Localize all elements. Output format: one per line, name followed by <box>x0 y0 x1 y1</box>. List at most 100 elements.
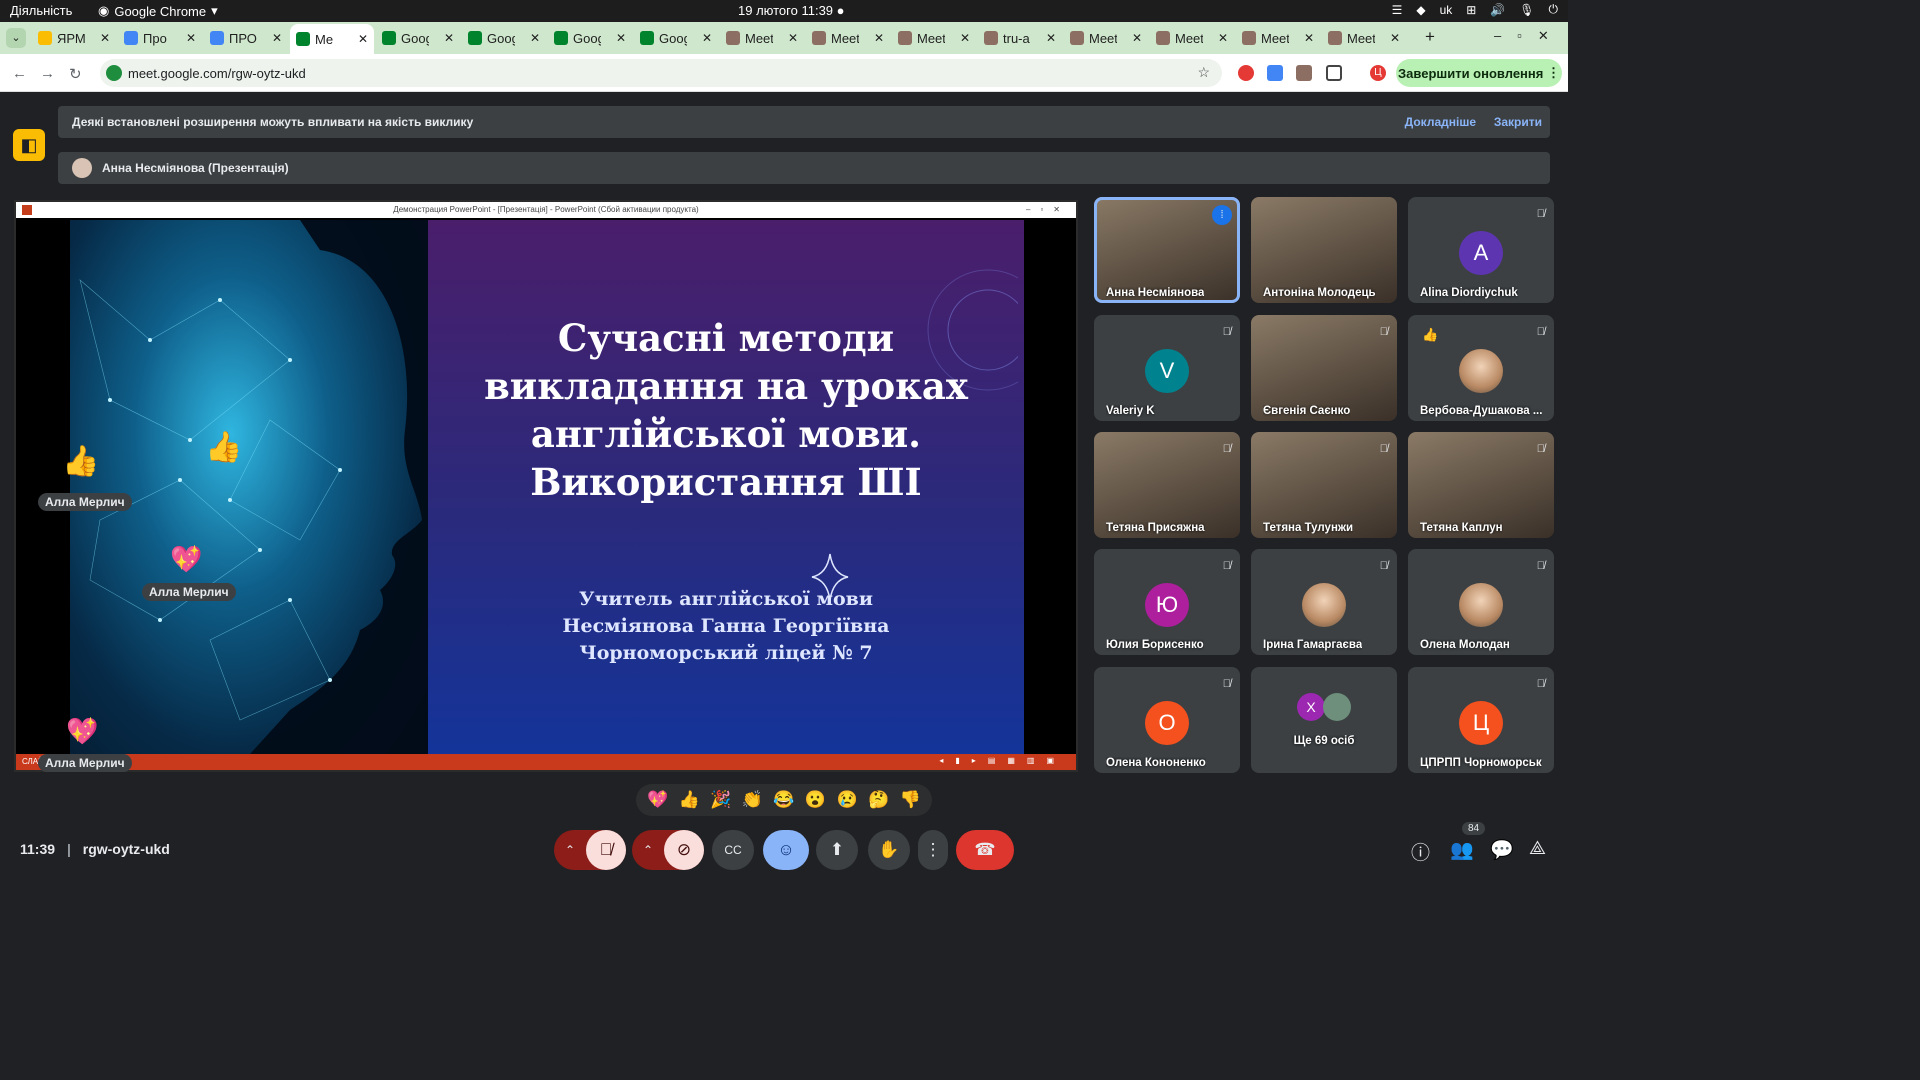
participant-tile[interactable]: A 🎙̸ Alina Diordiychuk <box>1408 197 1554 303</box>
new-tab-button[interactable]: + <box>1425 27 1435 47</box>
tab-close-icon[interactable]: ✕ <box>1046 31 1056 45</box>
mic-off-icon[interactable]: 🎙̸ <box>586 830 626 870</box>
tab-close-icon[interactable]: ✕ <box>186 31 196 45</box>
powerpoint-title-bar: Демонстрация PowerPoint - [Презентація] … <box>16 202 1076 218</box>
emoji-thumbs-down-button[interactable]: 👎 <box>900 790 921 810</box>
participant-tile[interactable]: 🎙̸ 👍 Вербова-Душакова ... <box>1408 315 1554 421</box>
translate-icon[interactable] <box>1267 65 1283 81</box>
people-icon[interactable]: 👥 <box>1450 838 1474 862</box>
tab-close-icon[interactable]: ✕ <box>1132 31 1142 45</box>
tab-close-icon[interactable]: ✕ <box>1304 31 1314 45</box>
captions-button[interactable]: CC <box>712 830 754 870</box>
emoji-laugh-button[interactable]: 😂 <box>773 790 794 810</box>
tab-close-icon[interactable]: ✕ <box>358 32 368 46</box>
extensions-puzzle-icon[interactable] <box>1326 65 1342 81</box>
profile-avatar[interactable]: Ц <box>1370 65 1386 81</box>
leave-call-button[interactable]: ☎ <box>956 830 1014 870</box>
browser-tab[interactable]: Meet ✕ <box>892 26 976 50</box>
browser-tab[interactable]: Goog ✕ <box>462 26 546 50</box>
browser-tab[interactable]: Goog ✕ <box>634 26 718 50</box>
browser-tab[interactable]: Meet ✕ <box>806 26 890 50</box>
browser-tab[interactable]: Goog ✕ <box>548 26 632 50</box>
browser-tab[interactable]: Meet ✕ <box>1322 26 1406 50</box>
emoji-thumbs-up-button[interactable]: 👍 <box>679 790 700 810</box>
browser-tab[interactable]: ПРОІ ✕ <box>204 26 288 50</box>
tab-close-icon[interactable]: ✕ <box>1218 31 1228 45</box>
tab-close-icon[interactable]: ✕ <box>788 31 798 45</box>
chat-icon[interactable]: 💬 <box>1490 838 1514 862</box>
participant-tile[interactable]: 🎙̸ Тетяна Каплун <box>1408 432 1554 538</box>
browser-tab[interactable]: Про ✕ <box>118 26 202 50</box>
participant-tile[interactable]: V 🎙̸ Valeriy K <box>1094 315 1240 421</box>
present-button[interactable]: ⬆ <box>816 830 858 870</box>
volume-icon[interactable]: 🔊 <box>1490 3 1505 17</box>
emoji-thinking-button[interactable]: 🤔 <box>868 790 889 810</box>
participant-tile[interactable]: Антоніна Молодець <box>1251 197 1397 303</box>
browser-tab[interactable]: Meet ✕ <box>1236 26 1320 50</box>
tab-close-icon[interactable]: ✕ <box>100 31 110 45</box>
tab-close-icon[interactable]: ✕ <box>272 31 282 45</box>
site-info-icon[interactable] <box>106 65 122 81</box>
browser-tab[interactable]: ЯРМ ✕ <box>32 26 116 50</box>
browser-tab[interactable]: Meet ✕ <box>720 26 804 50</box>
extension-icon[interactable] <box>1296 65 1312 81</box>
presentation-stage[interactable]: Демонстрация PowerPoint - [Презентація] … <box>14 200 1078 772</box>
back-icon[interactable]: ← <box>12 65 27 82</box>
emoji-surprised-button[interactable]: 😮 <box>805 790 826 810</box>
tab-close-icon[interactable]: ✕ <box>444 31 454 45</box>
camera-off-icon[interactable]: ⊘ <box>664 830 704 870</box>
participant-tile[interactable]: 🎙̸ Олена Молодан <box>1408 549 1554 655</box>
dropbox-icon[interactable]: ◆ <box>1416 3 1425 17</box>
browser-tab[interactable]: tru-a ✕ <box>978 26 1062 50</box>
close-banner-link[interactable]: Закрити <box>1494 115 1542 129</box>
participant-tile[interactable]: О 🎙̸ Олена Кононенко <box>1094 667 1240 773</box>
tab-close-icon[interactable]: ✕ <box>530 31 540 45</box>
tab-search-button[interactable]: ⌄ <box>6 28 26 48</box>
browser-tab[interactable]: Goog ✕ <box>376 26 460 50</box>
participant-tile[interactable]: 🎙̸ Тетяна Тулунжи <box>1251 432 1397 538</box>
app-menu[interactable]: ◉ Google Chrome ▾ <box>98 3 218 19</box>
reload-icon[interactable]: ↻ <box>69 65 82 83</box>
participant-tile[interactable]: 🎙̸ Тетяна Присяжна <box>1094 432 1240 538</box>
finish-update-button[interactable]: Завершити оновлення ⋮ <box>1396 59 1562 87</box>
tab-close-icon[interactable]: ✕ <box>874 31 884 45</box>
reactions-button[interactable]: ☺ <box>763 830 809 870</box>
activities-panel-icon[interactable]: ◧ <box>13 129 45 161</box>
meeting-details-icon[interactable]: ⓘ <box>1411 838 1430 865</box>
microphone-icon[interactable]: 🎙 <box>1519 3 1534 17</box>
power-icon[interactable]: ⏻ <box>1549 2 1559 17</box>
participant-tile[interactable]: 🎙̸ Ірина Гамаргаєва <box>1251 549 1397 655</box>
tab-close-icon[interactable]: ✕ <box>702 31 712 45</box>
tab-close-icon[interactable]: ✕ <box>960 31 970 45</box>
emoji-heart-button[interactable]: 💖 <box>647 790 668 810</box>
emoji-clap-button[interactable]: 👏 <box>742 790 763 810</box>
browser-tab[interactable]: Meet ✕ <box>1064 26 1148 50</box>
activities-button[interactable]: Діяльність <box>10 3 72 18</box>
bookmark-star-icon[interactable]: ☆ <box>1197 64 1210 81</box>
window-controls[interactable]: –▫✕ <box>1494 28 1565 44</box>
participant-tile[interactable]: 🎙̸ Євгенія Саєнко <box>1251 315 1397 421</box>
tab-close-icon[interactable]: ✕ <box>1390 31 1400 45</box>
language-indicator[interactable]: uk <box>1440 3 1453 17</box>
activities-icon[interactable]: ⟁ <box>1529 838 1546 860</box>
camera-options-chevron-icon[interactable]: ⌃ <box>632 843 664 857</box>
tab-close-icon[interactable]: ✕ <box>616 31 626 45</box>
network-icon[interactable]: ⊞ <box>1466 3 1476 17</box>
mic-options-chevron-icon[interactable]: ⌃ <box>554 843 586 857</box>
browser-tab[interactable]: Me ✕ <box>290 24 374 54</box>
learn-more-link[interactable]: Докладніше <box>1405 115 1476 129</box>
participant-tile[interactable]: Ц 🎙̸ ЦПРПП Чорноморськ <box>1408 667 1554 773</box>
more-options-button[interactable]: ⋮ <box>918 830 948 870</box>
emoji-sad-button[interactable]: 😢 <box>836 790 857 810</box>
participant-tile[interactable]: Х Ще 69 осіб <box>1251 667 1397 773</box>
system-clock[interactable]: 19 лютого 11:39 ● <box>738 3 845 18</box>
emoji-party-button[interactable]: 🎉 <box>710 790 731 810</box>
menu-icon[interactable]: ☰ <box>1392 3 1403 17</box>
participant-tile[interactable]: Ю 🎙̸ Юлия Борисенко <box>1094 549 1240 655</box>
adblock-icon[interactable] <box>1238 65 1254 81</box>
forward-icon[interactable]: → <box>40 65 55 82</box>
raise-hand-button[interactable]: ✋ <box>868 830 910 870</box>
participant-tile[interactable]: ⁞ Анна Несміянова <box>1094 197 1240 303</box>
url-field[interactable]: meet.google.com/rgw-oytz-ukd ☆ <box>100 59 1222 87</box>
browser-tab[interactable]: Meet ✕ <box>1150 26 1234 50</box>
